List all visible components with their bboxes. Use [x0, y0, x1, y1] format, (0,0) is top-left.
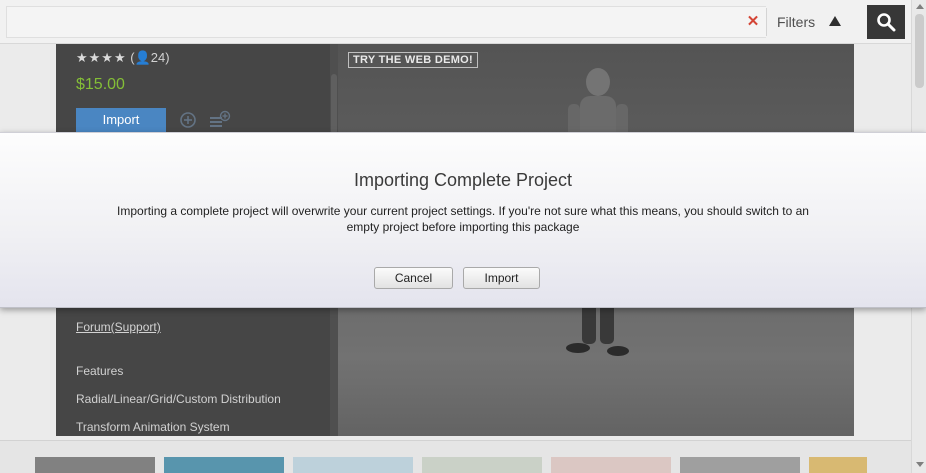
import-dialog: Importing Complete Project Importing a c…	[0, 132, 926, 308]
import-button[interactable]: Import	[463, 267, 540, 289]
dialog-message: Importing a complete project will overwr…	[117, 204, 809, 234]
dialog-title: Importing Complete Project	[353, 170, 573, 190]
cancel-button[interactable]: Cancel	[374, 267, 453, 289]
